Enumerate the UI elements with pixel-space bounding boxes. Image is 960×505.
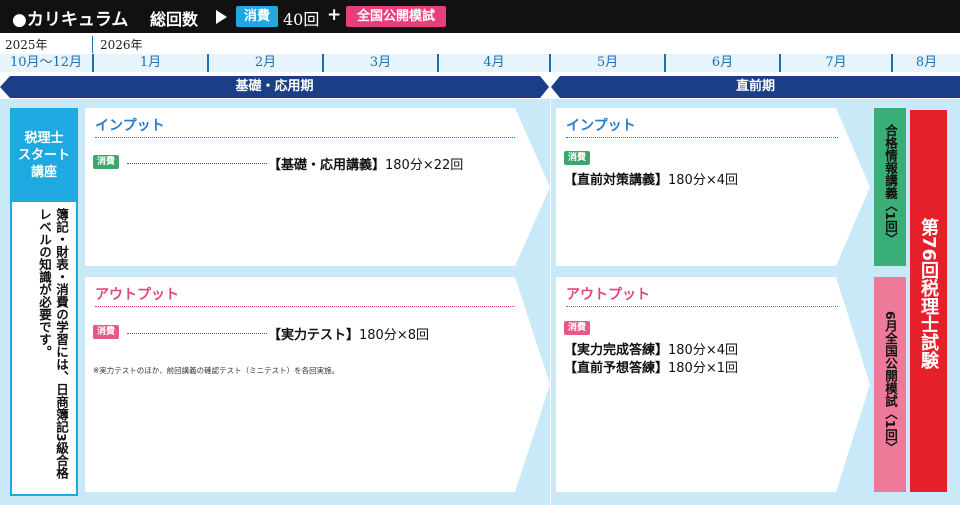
lecture-item: 【基礎・応用講義】180分×22回	[268, 154, 463, 173]
heading-underline	[95, 306, 515, 307]
heading-underline	[95, 137, 515, 138]
starter-title-line: 税理士	[24, 131, 64, 146]
tax-exam-label: 第76回税理士試験	[918, 218, 939, 370]
month-label: 2月	[254, 55, 277, 70]
lecture-detail: 180分×22回	[385, 158, 464, 173]
consumption-tag: 消費	[564, 321, 590, 335]
output-heading: アウトプット	[566, 287, 650, 303]
period-final-arrow: 直前期	[551, 76, 960, 98]
page-title: ●カリキュラム	[12, 10, 129, 30]
period-divider	[550, 99, 551, 505]
year-label-2026: 2026年	[100, 38, 143, 52]
year-row: 2025年 2026年	[0, 36, 960, 53]
total-count-value: 40回	[283, 10, 320, 29]
input-heading: インプット	[95, 118, 165, 134]
period-basic-arrow: 基礎・応用期	[0, 76, 549, 98]
lecture-detail: 180分×4回	[668, 173, 738, 188]
starter-prerequisite-note: 簿記・財表・消費の学習には、日商簿記3級合格レベルの知識が必要です。	[37, 208, 69, 480]
leader-dots	[127, 163, 267, 164]
header-bar: ●カリキュラム 総回数 消費 40回 + 全国公開模試	[0, 0, 960, 33]
month-label: 4月	[483, 55, 505, 70]
output-heading: アウトプット	[95, 287, 179, 303]
starter-title-line: 講座	[30, 165, 57, 180]
drill-detail: 180分×1回	[668, 361, 738, 376]
month-divider	[779, 54, 781, 72]
month-label: 10月～12月	[9, 55, 83, 70]
tax-exam-bar: 第76回税理士試験	[910, 110, 947, 492]
consumption-badge: 消費	[236, 6, 278, 27]
drill-detail: 180分×4回	[668, 343, 738, 358]
final-input-card: インプット 消費 【直前対策講義】180分×4回	[556, 108, 870, 266]
heading-underline	[566, 306, 838, 307]
month-divider	[664, 54, 666, 72]
test-footnote: ※実力テストのほか、前回講義の確認テスト（ミニテスト）を各回実施。	[93, 366, 340, 375]
drill-name: 【直前予想答練】	[564, 361, 669, 376]
starter-course-box: 税理士 スタート 講座 簿記・財表・消費の学習には、日商簿記3級合格レベルの知識…	[10, 108, 78, 496]
month-divider	[437, 54, 439, 72]
pass-info-lecture-bar: 合格情報講義〈1回〉	[874, 108, 906, 266]
final-output-card: アウトプット 消費 【実力完成答練】180分×4回 【直前予想答練】180分×1…	[556, 277, 870, 492]
plus-sign: +	[327, 5, 342, 25]
month-divider	[891, 54, 893, 72]
test-name: 【実力テスト】	[268, 328, 360, 343]
month-label: 5月	[596, 55, 619, 70]
year-label-2025: 2025年	[5, 38, 48, 52]
mock-exam-badge: 全国公開模試	[346, 6, 446, 27]
total-count-label: 総回数	[150, 10, 199, 29]
basic-output-card: アウトプット 消費 【実力テスト】180分×8回 ※実力テストのほか、前回講義の…	[85, 277, 550, 492]
month-label: 1月	[139, 55, 162, 70]
month-divider	[207, 54, 209, 72]
triangle-arrow-icon	[216, 10, 227, 24]
month-label: 6月	[711, 55, 734, 70]
pass-info-lecture-label: 合格情報講義〈1回〉	[883, 124, 898, 246]
starter-course-title: 税理士 スタート 講座	[12, 110, 76, 202]
month-label: 7月	[825, 55, 847, 70]
year-divider	[92, 36, 93, 53]
national-mock-exam-bar: 6月全国公開模試〈1回〉	[874, 277, 906, 492]
heading-underline	[566, 137, 838, 138]
month-label: 8月	[915, 55, 938, 70]
lecture-name: 【直前対策講義】	[564, 173, 669, 188]
month-label: 3月	[369, 55, 392, 70]
test-detail: 180分×8回	[359, 328, 429, 343]
starter-title-line: スタート	[17, 148, 70, 163]
consumption-tag: 消費	[564, 151, 590, 165]
month-divider	[322, 54, 324, 72]
basic-input-card: インプット 消費 【基礎・応用講義】180分×22回	[85, 108, 550, 266]
drill-name: 【実力完成答練】	[564, 343, 669, 358]
leader-dots	[127, 333, 267, 334]
consumption-tag: 消費	[93, 325, 119, 339]
month-row: 10月～12月 1月 2月 3月 4月 5月 6月 7月 8月	[0, 54, 960, 72]
drill-item: 【直前予想答練】180分×1回	[564, 357, 738, 376]
national-mock-exam-label: 6月全国公開模試〈1回〉	[883, 311, 898, 454]
month-divider	[92, 54, 94, 72]
drill-item: 【実力完成答練】180分×4回	[564, 339, 738, 358]
lecture-name: 【基礎・応用講義】	[268, 158, 386, 173]
lecture-item: 【直前対策講義】180分×4回	[564, 169, 738, 188]
test-item: 【実力テスト】180分×8回	[268, 324, 429, 343]
month-divider	[549, 54, 551, 72]
input-heading: インプット	[566, 118, 636, 134]
consumption-tag: 消費	[93, 155, 119, 169]
